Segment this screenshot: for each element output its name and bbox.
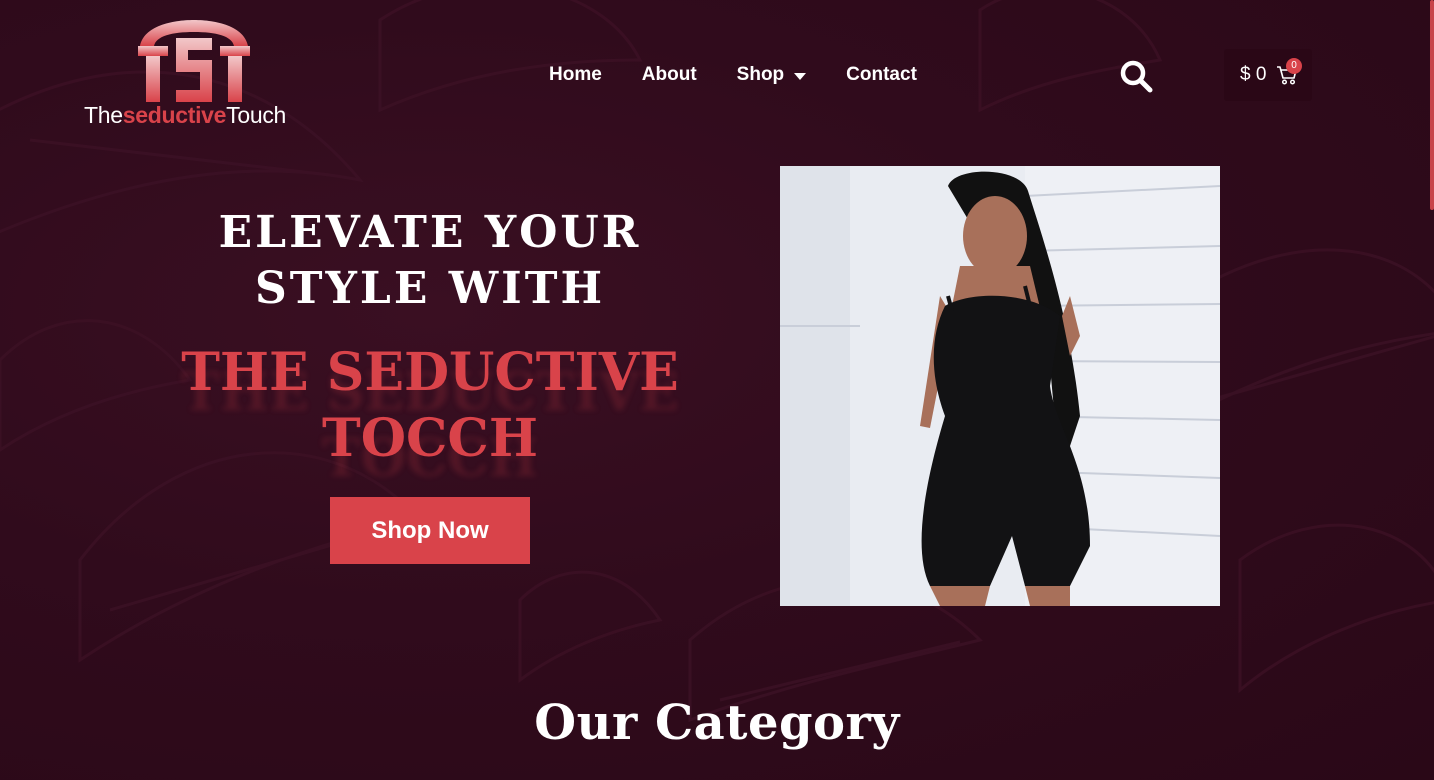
search-icon (1120, 60, 1153, 93)
nav-item-about[interactable]: About (642, 64, 697, 86)
chevron-down-icon (794, 72, 807, 80)
hero-heading: ELEVATE YOUR STYLE WITH (130, 205, 730, 317)
hero-heading-line1: ELEVATE YOUR (218, 207, 642, 258)
nav-item-label: Shop (736, 64, 785, 85)
cart-amount: $ 0 (1240, 64, 1267, 85)
nav-item-label: Contact (846, 64, 917, 85)
cart-count-badge: 0 (1286, 58, 1302, 74)
nav-item-label: About (641, 64, 697, 85)
logo-text-suffix: Touch (226, 102, 287, 128)
cart-button[interactable]: $ 0 0 (1224, 49, 1312, 101)
hero-brand-name: THE SEDUCTIVE TOCCH (130, 340, 730, 472)
logo-mark-icon (138, 20, 250, 102)
site-logo[interactable]: TheseductiveTouch (84, 18, 304, 133)
hero-product-image (780, 166, 1220, 606)
nav-item-label: Home (549, 64, 602, 85)
logo-text-accent: seductive (122, 102, 227, 128)
scrollbar-thumb[interactable] (1430, 0, 1434, 210)
hero-brand-line1: THE SEDUCTIVE (181, 342, 679, 403)
category-section-title: Our Category (534, 695, 900, 751)
main-nav: Home About Shop Contact (549, 62, 917, 88)
page: TheseductiveTouch Home About Shop Contac… (0, 0, 1434, 780)
hero-brand-line2: TOCCH (322, 408, 538, 469)
nav-item-contact[interactable]: Contact (846, 64, 917, 86)
nav-item-home[interactable]: Home (549, 64, 602, 86)
logo-wordmark: TheseductiveTouch (84, 102, 304, 129)
nav-item-shop[interactable]: Shop (737, 64, 807, 86)
hero-heading-line2: STYLE WITH (254, 263, 606, 314)
shop-now-button[interactable]: Shop Now (330, 497, 530, 564)
logo-text-prefix: The (84, 102, 123, 128)
search-button[interactable] (1119, 59, 1153, 93)
